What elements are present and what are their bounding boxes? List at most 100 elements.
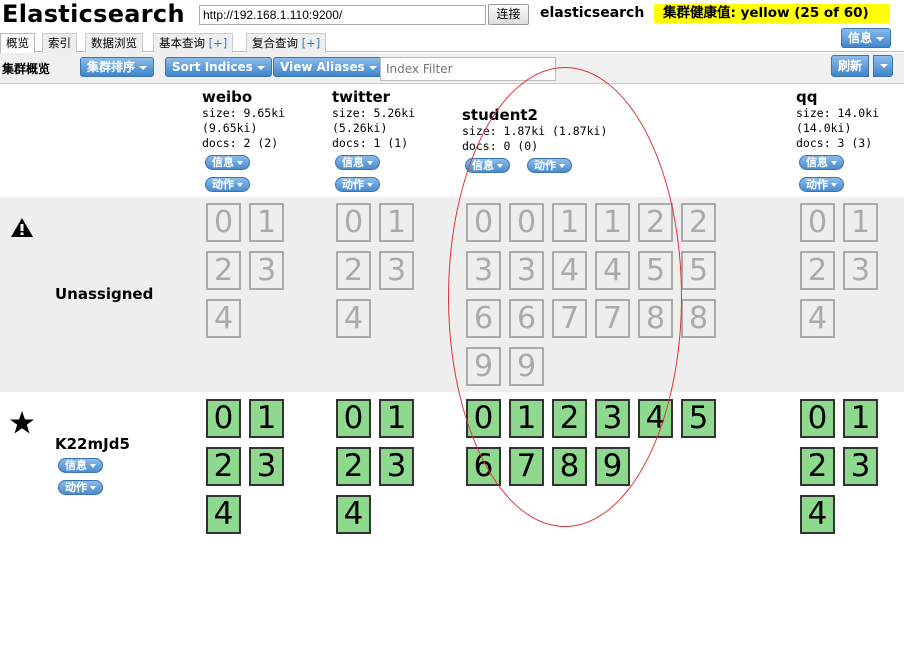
assigned-shard-weibo-3[interactable]: 3 [249, 447, 284, 486]
index-size: size: 1.87ki (1.87ki) [462, 124, 608, 138]
unassigned-shard-student2-9[interactable]: 9 [466, 347, 501, 386]
connect-button[interactable]: 连接 [488, 4, 529, 25]
tab-compound-query[interactable]: 复合查询 [+] [246, 33, 327, 53]
assigned-shard-weibo-1[interactable]: 1 [249, 399, 284, 438]
assigned-shard-qq-0[interactable]: 0 [800, 399, 835, 438]
index-size-total: (14.0ki) [796, 121, 852, 135]
tab-basic-query[interactable]: 基本查询 [+] [153, 33, 234, 53]
unassigned-shard-twitter-0[interactable]: 0 [336, 203, 371, 242]
unassigned-shard-student2-1[interactable]: 1 [552, 203, 587, 242]
assigned-shard-weibo-2[interactable]: 2 [206, 447, 241, 486]
unassigned-shard-weibo-0[interactable]: 0 [206, 203, 241, 242]
assigned-shard-qq-3[interactable]: 3 [843, 447, 878, 486]
node-info-button[interactable]: 信息 [58, 458, 103, 473]
assigned-shard-qq-4[interactable]: 4 [800, 495, 835, 534]
unassigned-shard-student2-8[interactable]: 8 [681, 299, 716, 338]
assigned-shard-student2-9[interactable]: 9 [595, 447, 630, 486]
index-action-button[interactable]: 动作 [527, 158, 572, 173]
tab-indices[interactable]: 索引 [42, 33, 77, 53]
assigned-shard-twitter-1[interactable]: 1 [379, 399, 414, 438]
unassigned-shard-qq-4[interactable]: 4 [800, 299, 835, 338]
unassigned-shard-twitter-2[interactable]: 2 [336, 251, 371, 290]
assigned-shard-student2-2[interactable]: 2 [552, 399, 587, 438]
unassigned-shard-student2-0[interactable]: 0 [466, 203, 501, 242]
index-info-button[interactable]: 信息 [465, 158, 510, 173]
unassigned-shard-student2-9[interactable]: 9 [509, 347, 544, 386]
unassigned-shard-qq-1[interactable]: 1 [843, 203, 878, 242]
refresh-button[interactable]: 刷新 [831, 55, 870, 77]
caret-down-icon [90, 486, 96, 490]
button-label: 信息 [472, 159, 494, 172]
unassigned-shard-student2-3[interactable]: 3 [466, 251, 501, 290]
assigned-shard-student2-5[interactable]: 5 [681, 399, 716, 438]
unassigned-shard-qq-0[interactable]: 0 [800, 203, 835, 242]
assigned-shard-student2-3[interactable]: 3 [595, 399, 630, 438]
warning-icon [11, 218, 33, 237]
index-action-button[interactable]: 动作 [205, 177, 250, 192]
unassigned-shard-twitter-1[interactable]: 1 [379, 203, 414, 242]
assigned-shard-twitter-4[interactable]: 4 [336, 495, 371, 534]
unassigned-shard-qq-2[interactable]: 2 [800, 251, 835, 290]
master-star-icon [10, 411, 34, 434]
tab-browser[interactable]: 数据浏览 [85, 33, 143, 53]
assigned-shard-student2-7[interactable]: 7 [509, 447, 544, 486]
caret-down-icon [367, 183, 373, 187]
unassigned-shard-weibo-4[interactable]: 4 [206, 299, 241, 338]
index-info-button[interactable]: 信息 [335, 155, 380, 170]
assigned-shard-student2-0[interactable]: 0 [466, 399, 501, 438]
info-menu-button[interactable]: 信息 [841, 28, 892, 48]
unassigned-shard-student2-7[interactable]: 7 [595, 299, 630, 338]
assigned-shard-twitter-0[interactable]: 0 [336, 399, 371, 438]
unassigned-shard-student2-8[interactable]: 8 [638, 299, 673, 338]
unassigned-shard-student2-5[interactable]: 5 [681, 251, 716, 290]
view-aliases-button[interactable]: View Aliases [273, 57, 384, 77]
assigned-shard-student2-8[interactable]: 8 [552, 447, 587, 486]
caret-down-icon [831, 161, 837, 165]
unassigned-shard-student2-1[interactable]: 1 [595, 203, 630, 242]
assigned-shard-twitter-2[interactable]: 2 [336, 447, 371, 486]
assigned-shard-student2-4[interactable]: 4 [638, 399, 673, 438]
unassigned-shard-student2-6[interactable]: 6 [509, 299, 544, 338]
index-info-button[interactable]: 信息 [799, 155, 844, 170]
refresh-options-button[interactable] [873, 55, 893, 77]
index-action-button[interactable]: 动作 [799, 177, 844, 192]
assigned-shard-student2-6[interactable]: 6 [466, 447, 501, 486]
index-size-total: (5.26ki) [332, 121, 388, 135]
unassigned-shard-student2-4[interactable]: 4 [595, 251, 630, 290]
assigned-shard-weibo-0[interactable]: 0 [206, 399, 241, 438]
unassigned-shard-student2-0[interactable]: 0 [509, 203, 544, 242]
unassigned-shard-student2-5[interactable]: 5 [638, 251, 673, 290]
unassigned-shard-student2-2[interactable]: 2 [681, 203, 716, 242]
unassigned-shard-twitter-4[interactable]: 4 [336, 299, 371, 338]
unassigned-shard-qq-3[interactable]: 3 [843, 251, 878, 290]
assigned-shard-twitter-3[interactable]: 3 [379, 447, 414, 486]
url-input[interactable] [199, 5, 486, 25]
assigned-shard-qq-1[interactable]: 1 [843, 399, 878, 438]
assigned-shard-student2-1[interactable]: 1 [509, 399, 544, 438]
node-action-button[interactable]: 动作 [58, 480, 103, 495]
cluster-sort-button[interactable]: 集群排序 [80, 57, 155, 77]
tab-label: 概览 [6, 36, 29, 50]
unassigned-shard-student2-3[interactable]: 3 [509, 251, 544, 290]
unassigned-shard-student2-4[interactable]: 4 [552, 251, 587, 290]
caret-down-icon [367, 161, 373, 165]
unassigned-shard-student2-2[interactable]: 2 [638, 203, 673, 242]
caret-down-icon [497, 164, 503, 168]
assigned-shard-qq-2[interactable]: 2 [800, 447, 835, 486]
unassigned-shard-student2-7[interactable]: 7 [552, 299, 587, 338]
index-filter-input[interactable] [380, 57, 556, 81]
index-size: size: 5.26ki [332, 106, 416, 120]
unassigned-shard-weibo-3[interactable]: 3 [249, 251, 284, 290]
button-label: 信息 [212, 156, 234, 169]
sort-indices-button[interactable]: Sort Indices [165, 57, 272, 77]
tab-overview[interactable]: 概览 [0, 33, 35, 54]
unassigned-shard-student2-6[interactable]: 6 [466, 299, 501, 338]
index-name: twitter [332, 88, 391, 106]
unassigned-shard-weibo-1[interactable]: 1 [249, 203, 284, 242]
index-action-button[interactable]: 动作 [335, 177, 380, 192]
index-info-button[interactable]: 信息 [205, 155, 250, 170]
tab-plus: [+] [301, 36, 321, 50]
assigned-shard-weibo-4[interactable]: 4 [206, 495, 241, 534]
unassigned-shard-twitter-3[interactable]: 3 [379, 251, 414, 290]
unassigned-shard-weibo-2[interactable]: 2 [206, 251, 241, 290]
